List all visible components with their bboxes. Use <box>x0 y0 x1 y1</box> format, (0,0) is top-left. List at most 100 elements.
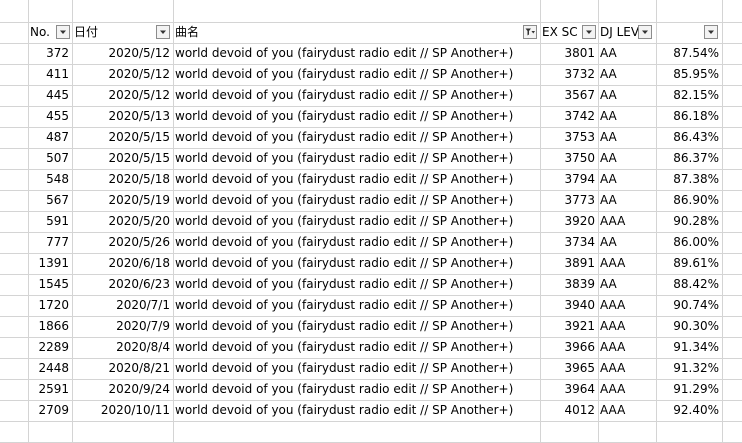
cell-no[interactable]: 1391 <box>28 253 72 274</box>
cell-date[interactable]: 2020/9/24 <box>72 379 173 400</box>
cell-ex-score[interactable]: 3966 <box>540 337 598 358</box>
cell-song[interactable]: world devoid of you (fairydust radio edi… <box>173 379 540 400</box>
cell-no[interactable]: 372 <box>28 43 72 64</box>
cell-song[interactable]: world devoid of you (fairydust radio edi… <box>173 400 540 421</box>
filter-dropdown-no[interactable] <box>56 25 70 39</box>
cell-no[interactable]: 487 <box>28 127 72 148</box>
cell-song[interactable]: world devoid of you (fairydust radio edi… <box>173 85 540 106</box>
cell-dj-level[interactable]: AA <box>598 190 656 211</box>
cell-rate[interactable]: 90.28% <box>656 211 722 232</box>
cell-dj-level[interactable]: AA <box>598 64 656 85</box>
cell-ex-score[interactable]: 3750 <box>540 148 598 169</box>
filter-dropdown-rate[interactable] <box>704 25 718 39</box>
cell-dj-level[interactable]: AAA <box>598 316 656 337</box>
cell-dj-level[interactable]: AAA <box>598 337 656 358</box>
cell-rate[interactable]: 86.00% <box>656 232 722 253</box>
cell-dj-level[interactable]: AAA <box>598 211 656 232</box>
cell-dj-level[interactable]: AA <box>598 85 656 106</box>
filter-dropdown-dj-level[interactable] <box>638 25 652 39</box>
cell-no[interactable]: 455 <box>28 106 72 127</box>
cell-date[interactable]: 2020/5/15 <box>72 148 173 169</box>
filter-dropdown-song[interactable] <box>523 25 537 39</box>
cell-no[interactable]: 507 <box>28 148 72 169</box>
cell-date[interactable]: 2020/5/12 <box>72 64 173 85</box>
cell-no[interactable]: 1720 <box>28 295 72 316</box>
cell-dj-level[interactable]: AA <box>598 169 656 190</box>
cell-rate[interactable]: 86.43% <box>656 127 722 148</box>
cell-no[interactable]: 548 <box>28 169 72 190</box>
cell-ex-score[interactable]: 3921 <box>540 316 598 337</box>
cell-rate[interactable]: 86.18% <box>656 106 722 127</box>
cell-no[interactable]: 2448 <box>28 358 72 379</box>
cell-rate[interactable]: 91.34% <box>656 337 722 358</box>
cell-date[interactable]: 2020/5/15 <box>72 127 173 148</box>
cell-song[interactable]: world devoid of you (fairydust radio edi… <box>173 232 540 253</box>
cell-rate[interactable]: 90.74% <box>656 295 722 316</box>
cell-no[interactable]: 591 <box>28 211 72 232</box>
cell-ex-score[interactable]: 3920 <box>540 211 598 232</box>
cell-song[interactable]: world devoid of you (fairydust radio edi… <box>173 127 540 148</box>
cell-ex-score[interactable]: 3965 <box>540 358 598 379</box>
cell-song[interactable]: world devoid of you (fairydust radio edi… <box>173 64 540 85</box>
cell-song[interactable]: world devoid of you (fairydust radio edi… <box>173 337 540 358</box>
cell-date[interactable]: 2020/6/18 <box>72 253 173 274</box>
cell-date[interactable]: 2020/8/21 <box>72 358 173 379</box>
cell-ex-score[interactable]: 3794 <box>540 169 598 190</box>
cell-dj-level[interactable]: AA <box>598 274 656 295</box>
cell-rate[interactable]: 85.95% <box>656 64 722 85</box>
cell-no[interactable]: 411 <box>28 64 72 85</box>
cell-rate[interactable]: 91.32% <box>656 358 722 379</box>
cell-dj-level[interactable]: AAA <box>598 253 656 274</box>
cell-no[interactable]: 2289 <box>28 337 72 358</box>
cell-song[interactable]: world devoid of you (fairydust radio edi… <box>173 295 540 316</box>
cell-no[interactable]: 445 <box>28 85 72 106</box>
cell-ex-score[interactable]: 3773 <box>540 190 598 211</box>
cell-no[interactable]: 777 <box>28 232 72 253</box>
cell-dj-level[interactable]: AA <box>598 106 656 127</box>
cell-date[interactable]: 2020/5/13 <box>72 106 173 127</box>
cell-song[interactable]: world devoid of you (fairydust radio edi… <box>173 358 540 379</box>
cell-date[interactable]: 2020/6/23 <box>72 274 173 295</box>
filter-dropdown-ex-score[interactable] <box>582 25 596 39</box>
cell-dj-level[interactable]: AA <box>598 232 656 253</box>
cell-dj-level[interactable]: AAA <box>598 295 656 316</box>
cell-dj-level[interactable]: AAA <box>598 400 656 421</box>
cell-date[interactable]: 2020/5/19 <box>72 190 173 211</box>
cell-ex-score[interactable]: 3753 <box>540 127 598 148</box>
cell-no[interactable]: 1866 <box>28 316 72 337</box>
cell-song[interactable]: world devoid of you (fairydust radio edi… <box>173 253 540 274</box>
cell-no[interactable]: 567 <box>28 190 72 211</box>
cell-no[interactable]: 1545 <box>28 274 72 295</box>
cell-date[interactable]: 2020/10/11 <box>72 400 173 421</box>
cell-date[interactable]: 2020/5/26 <box>72 232 173 253</box>
cell-song[interactable]: world devoid of you (fairydust radio edi… <box>173 148 540 169</box>
cell-dj-level[interactable]: AA <box>598 127 656 148</box>
cell-no[interactable]: 2591 <box>28 379 72 400</box>
cell-ex-score[interactable]: 3940 <box>540 295 598 316</box>
cell-song[interactable]: world devoid of you (fairydust radio edi… <box>173 316 540 337</box>
cell-date[interactable]: 2020/8/4 <box>72 337 173 358</box>
cell-rate[interactable]: 87.54% <box>656 43 722 64</box>
cell-ex-score[interactable]: 3964 <box>540 379 598 400</box>
cell-song[interactable]: world devoid of you (fairydust radio edi… <box>173 43 540 64</box>
cell-rate[interactable]: 90.30% <box>656 316 722 337</box>
cell-rate[interactable]: 91.29% <box>656 379 722 400</box>
cell-rate[interactable]: 87.38% <box>656 169 722 190</box>
cell-rate[interactable]: 86.90% <box>656 190 722 211</box>
cell-date[interactable]: 2020/5/18 <box>72 169 173 190</box>
cell-dj-level[interactable]: AAA <box>598 358 656 379</box>
cell-ex-score[interactable]: 3801 <box>540 43 598 64</box>
cell-ex-score[interactable]: 3732 <box>540 64 598 85</box>
cell-rate[interactable]: 92.40% <box>656 400 722 421</box>
cell-dj-level[interactable]: AA <box>598 148 656 169</box>
cell-ex-score[interactable]: 3839 <box>540 274 598 295</box>
cell-rate[interactable]: 89.61% <box>656 253 722 274</box>
cell-song[interactable]: world devoid of you (fairydust radio edi… <box>173 169 540 190</box>
cell-date[interactable]: 2020/5/12 <box>72 43 173 64</box>
cell-date[interactable]: 2020/5/20 <box>72 211 173 232</box>
cell-ex-score[interactable]: 3742 <box>540 106 598 127</box>
cell-ex-score[interactable]: 3567 <box>540 85 598 106</box>
cell-song[interactable]: world devoid of you (fairydust radio edi… <box>173 106 540 127</box>
cell-rate[interactable]: 88.42% <box>656 274 722 295</box>
cell-ex-score[interactable]: 3891 <box>540 253 598 274</box>
